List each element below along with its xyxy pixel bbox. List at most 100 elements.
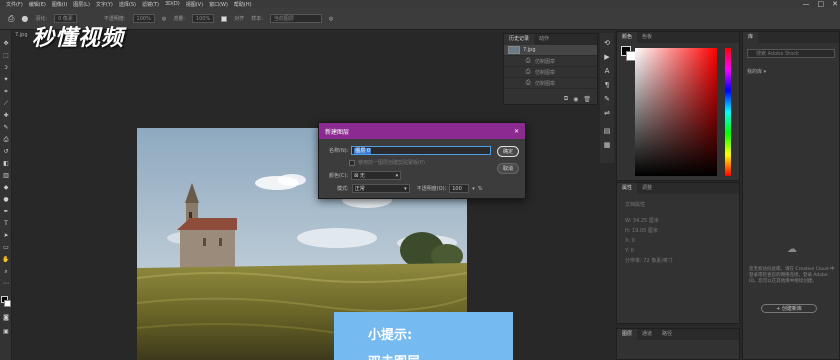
screen-mode-icon[interactable]: ▣ — [2, 328, 10, 336]
flow-field[interactable]: 100% — [191, 14, 215, 23]
chevron-down-icon: ▾ — [763, 69, 767, 75]
brush-preset-icon[interactable]: ● — [21, 14, 28, 23]
history-icon[interactable]: ⟲ — [603, 39, 611, 47]
y-value[interactable]: Y: 0 — [617, 246, 739, 256]
gradient-icon[interactable]: ▥ — [2, 172, 10, 180]
tab-libraries[interactable]: 库 — [743, 32, 759, 43]
text-icon[interactable]: A — [603, 67, 611, 75]
ignore-adjust-icon[interactable]: ◎ — [329, 16, 333, 22]
tab-paths[interactable]: 路径 — [657, 329, 677, 340]
stamp-tool-icon[interactable]: ⎙ — [8, 14, 14, 24]
no-color-icon: ⊠ — [354, 173, 359, 179]
rectangle-tool-icon[interactable]: ▭ — [2, 244, 10, 252]
adjust-icon[interactable]: ⇌ — [603, 109, 611, 117]
properties-panel-tabs: 属性 调整 — [617, 183, 739, 194]
history-state[interactable]: ⎙ 仿制图章 — [504, 56, 597, 67]
history-brush-icon[interactable]: ↺ — [2, 148, 10, 156]
color-picker-field[interactable] — [635, 48, 717, 176]
tab-layers[interactable]: 图层 — [617, 329, 638, 340]
eraser-icon[interactable]: ◧ — [2, 160, 10, 168]
width-value[interactable]: W: 34.25 厘米 — [617, 216, 739, 226]
path-select-icon[interactable]: ➤ — [2, 232, 10, 240]
create-library-button[interactable]: + 创建新库 — [761, 304, 817, 313]
ok-button[interactable]: 确定 — [497, 146, 519, 157]
hand-tool-icon[interactable]: ✋ — [2, 256, 10, 264]
paragraph-icon[interactable]: ¶ — [603, 81, 611, 89]
layer-name-input[interactable]: 图层 0 — [351, 146, 492, 155]
dodge-icon[interactable]: ● — [2, 196, 10, 204]
play-icon[interactable]: ▶ — [603, 53, 611, 61]
new-layer-dialog: 新建图层 ✕ 名称(N): 图层 0 使用前一图层创建剪贴蒙版(P) 颜色(C)… — [318, 122, 526, 199]
menu-window[interactable]: 窗口(W) — [209, 1, 228, 8]
clone-stamp-icon[interactable]: ⎙ — [2, 136, 10, 144]
chevron-down-icon[interactable]: ▾ — [472, 186, 475, 192]
crop-tool-icon[interactable]: ⌗ — [2, 88, 10, 96]
library-dropdown[interactable]: 我的库 ▾ — [747, 68, 835, 75]
menu-image[interactable]: 图像(I) — [52, 1, 67, 8]
background-color-swatch[interactable] — [4, 300, 11, 307]
magic-wand-icon[interactable]: ✦ — [2, 76, 10, 84]
mode-select[interactable]: 正常 ▾ — [351, 184, 410, 193]
height-value[interactable]: H: 19.05 厘米 — [617, 226, 739, 236]
color-select[interactable]: ⊠ 无 ▾ — [351, 171, 402, 180]
trash-icon[interactable]: 🗑 — [583, 96, 591, 103]
new-document-icon[interactable]: ⧉ — [564, 95, 568, 103]
tab-swatches[interactable]: 色板 — [637, 32, 657, 43]
lasso-tool-icon[interactable]: ↄ — [2, 64, 10, 72]
marquee-tool-icon[interactable]: ⬚ — [2, 52, 10, 60]
menu-file[interactable]: 文件(F) — [6, 1, 23, 8]
x-value[interactable]: X: 0 — [617, 236, 739, 246]
layer-comps-icon[interactable]: ▦ — [603, 141, 611, 149]
menu-layer[interactable]: 图层(L) — [73, 1, 90, 8]
fg-bg-swatches[interactable] — [621, 46, 636, 61]
tab-history[interactable]: 历史记录 — [504, 34, 535, 45]
pressure-icon[interactable]: ◎ — [162, 16, 166, 22]
camera-icon[interactable]: ◉ — [573, 96, 578, 103]
menu-help[interactable]: 帮助(H) — [234, 1, 252, 8]
quick-mask-icon[interactable]: ◙ — [2, 314, 10, 322]
minimize-button[interactable]: — — [803, 0, 810, 8]
opacity-input[interactable]: 100 — [449, 184, 470, 193]
menu-filter[interactable]: 滤镜(T) — [142, 1, 159, 8]
more-tools-icon[interactable]: ⋯ — [2, 280, 10, 288]
info-icon[interactable]: ▤ — [603, 127, 611, 135]
tab-properties[interactable]: 属性 — [617, 183, 638, 194]
tab-actions[interactable]: 动作 — [534, 34, 554, 45]
library-search-input[interactable]: 搜索 Adobe Stock — [747, 49, 835, 58]
history-snapshot[interactable]: 7.jpg — [504, 45, 597, 56]
doc-properties-label: 文档属性 — [625, 202, 646, 208]
clip-checkbox[interactable] — [349, 159, 355, 166]
mode-label: 模式: — [337, 186, 349, 192]
history-state[interactable]: ⎙ 仿制图章 — [504, 67, 597, 78]
percent-sign: % — [477, 185, 483, 192]
menu-edit[interactable]: 编辑(E) — [29, 1, 46, 8]
blur-icon[interactable]: ◆ — [2, 184, 10, 192]
cancel-button[interactable]: 取消 — [497, 163, 519, 174]
maximize-button[interactable]: □ — [818, 0, 825, 8]
menu-view[interactable]: 视图(V) — [186, 1, 203, 8]
pen-tool-icon[interactable]: ✒ — [2, 208, 10, 216]
tab-adjustments[interactable]: 调整 — [637, 183, 657, 194]
hue-slider[interactable] — [725, 48, 731, 176]
sample-select[interactable]: 当前图层 — [269, 14, 322, 23]
menu-3d[interactable]: 3D(D) — [165, 1, 180, 7]
menu-type[interactable]: 文字(Y) — [96, 1, 113, 8]
move-tool-icon[interactable]: ✥ — [2, 40, 10, 48]
type-tool-icon[interactable]: T — [2, 220, 10, 228]
eyedropper-icon[interactable]: ⟋ — [2, 100, 10, 108]
brush-tool-icon[interactable]: ✎ — [2, 124, 10, 132]
history-state[interactable]: ⎙ 仿制图章 — [504, 78, 597, 89]
align-checkbox[interactable] — [221, 15, 228, 22]
healing-brush-icon[interactable]: ✚ — [2, 112, 10, 120]
menu-select[interactable]: 选择(S) — [119, 1, 136, 8]
document-tab[interactable]: 7.jpg — [13, 30, 43, 40]
brush-settings-icon[interactable]: ✎ — [603, 95, 611, 103]
zoom-tool-icon[interactable]: ⌕ — [2, 268, 10, 276]
dialog-close-button[interactable]: ✕ — [514, 128, 519, 135]
close-window-button[interactable]: ✕ — [832, 0, 838, 8]
tip-body: 双击图层 — [368, 351, 513, 360]
tab-color[interactable]: 颜色 — [617, 32, 638, 43]
color-row: 颜色(C): ⊠ 无 ▾ — [329, 171, 402, 180]
opacity-field[interactable]: 100% — [132, 14, 155, 23]
tab-channels[interactable]: 通道 — [637, 329, 657, 340]
